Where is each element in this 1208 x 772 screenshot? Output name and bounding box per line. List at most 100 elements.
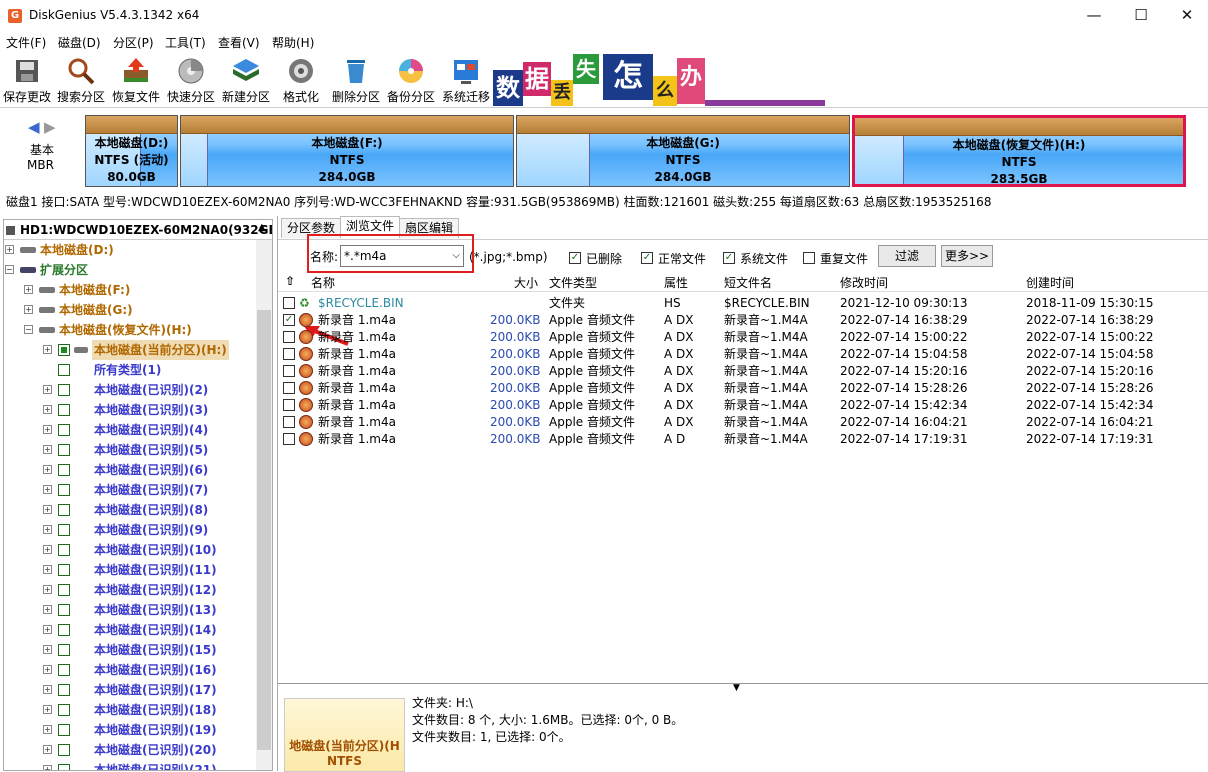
delete-partition-button[interactable]: 删除分区 (329, 52, 383, 106)
tree-checkbox[interactable] (58, 464, 70, 476)
partition-block-d[interactable]: 本地磁盘(D:) NTFS (活动) 80.0GB (85, 115, 178, 187)
col-type[interactable]: 文件类型 (549, 274, 597, 291)
file-checkbox[interactable] (283, 297, 295, 309)
tree-checkbox[interactable] (58, 624, 70, 636)
recover-files-button[interactable]: 恢复文件 (109, 52, 163, 106)
quick-partition-button[interactable]: 快速分区 (164, 52, 218, 106)
expand-icon[interactable]: + (43, 645, 52, 654)
expand-icon[interactable]: + (43, 585, 52, 594)
tree-item-h-current[interactable]: + 本地磁盘(当前分区)(H:) (4, 340, 229, 360)
filter-button[interactable]: 过滤 (878, 245, 936, 267)
file-checkbox[interactable] (283, 331, 295, 343)
file-checkbox[interactable]: ✓ (283, 314, 295, 326)
deleted-checkbox[interactable]: ✓ (569, 252, 581, 264)
close-button[interactable]: ✕ (1164, 0, 1208, 31)
col-mtime[interactable]: 修改时间 (840, 274, 888, 291)
more-button[interactable]: 更多>> (941, 245, 993, 267)
scroll-up-icon[interactable]: ▲ (258, 222, 266, 233)
tree-scroll-thumb[interactable] (257, 310, 271, 750)
tree-checkbox[interactable] (58, 544, 70, 556)
file-checkbox[interactable] (283, 433, 295, 445)
partition-block-h-selected[interactable]: 本地磁盘(恢复文件)(H:) NTFS 283.5GB (852, 115, 1186, 187)
expand-icon[interactable]: + (43, 745, 52, 754)
tree-checkbox[interactable] (58, 684, 70, 696)
expand-icon[interactable]: + (43, 625, 52, 634)
tree-checkbox[interactable] (58, 404, 70, 416)
tree-checkbox[interactable] (58, 584, 70, 596)
expand-icon[interactable]: + (43, 465, 52, 474)
expand-icon[interactable]: + (43, 505, 52, 514)
expand-icon[interactable]: + (43, 545, 52, 554)
expand-icon[interactable]: + (43, 725, 52, 734)
tree-checkbox[interactable] (58, 424, 70, 436)
menu-partition[interactable]: 分区(P) (113, 34, 154, 51)
file-row[interactable]: 新录音 1.m4a 200.0KB Apple 音频文件 A DX 新录音~1.M4A 2… (278, 346, 1208, 363)
expand-icon[interactable]: + (43, 705, 52, 714)
col-attr[interactable]: 属性 (664, 274, 688, 291)
system-migration-button[interactable]: 系统迁移 (439, 52, 493, 106)
tree-checkbox[interactable] (58, 724, 70, 736)
tree-checkbox[interactable] (58, 604, 70, 616)
partition-block-f[interactable]: 本地磁盘(F:) NTFS 284.0GB (180, 115, 514, 187)
name-filter-input[interactable]: *.*m4a ⌵ (340, 245, 464, 267)
file-row[interactable]: ♻ $RECYCLE.BIN 文件夹 HS $RECYCLE.BIN 2021-12-10… (278, 295, 1208, 312)
file-checkbox[interactable] (283, 382, 295, 394)
file-checkbox[interactable] (283, 399, 295, 411)
up-folder-icon[interactable]: ⇧ (285, 274, 295, 288)
tree-checkbox[interactable] (58, 504, 70, 516)
tree-disk-header[interactable]: HD1:WDCWD10EZEX-60M2NA0(932GB) (4, 220, 272, 240)
expand-icon[interactable]: + (43, 405, 52, 414)
tree-checkbox[interactable] (58, 704, 70, 716)
tree-checkbox[interactable] (58, 744, 70, 756)
tree-checkbox[interactable] (58, 384, 70, 396)
promo-banner[interactable]: 数 据 丢 失 怎 么 办 (493, 52, 996, 106)
menu-help[interactable]: 帮助(H) (272, 34, 314, 51)
expand-icon[interactable]: + (43, 445, 52, 454)
col-name[interactable]: 名称 (311, 274, 335, 291)
file-checkbox[interactable] (283, 348, 295, 360)
splitter-arrow-icon[interactable]: ▼ (733, 683, 740, 693)
file-row[interactable]: 新录音 1.m4a 200.0KB Apple 音频文件 A DX 新录音~1.M4A 2… (278, 414, 1208, 431)
file-checkbox[interactable] (283, 365, 295, 377)
system-files-checkbox[interactable]: ✓ (723, 252, 735, 264)
tree-checkbox[interactable] (58, 664, 70, 676)
menu-view[interactable]: 查看(V) (218, 34, 260, 51)
tree-checkbox[interactable] (58, 764, 70, 770)
file-row[interactable]: 新录音 1.m4a 200.0KB Apple 音频文件 A D 新录音~1.M4A 20… (278, 431, 1208, 448)
col-size[interactable]: 大小 (514, 274, 538, 291)
col-shortname[interactable]: 短文件名 (724, 274, 772, 291)
file-row[interactable]: 新录音 1.m4a 200.0KB Apple 音频文件 A DX 新录音~1.M4A 2… (278, 397, 1208, 414)
normal-files-checkbox[interactable]: ✓ (641, 252, 653, 264)
expand-icon[interactable]: + (43, 565, 52, 574)
menu-disk[interactable]: 磁盘(D) (58, 34, 101, 51)
format-button[interactable]: 格式化 (274, 52, 328, 106)
file-row[interactable]: 新录音 1.m4a 200.0KB Apple 音频文件 A DX 新录音~1.M4A 2… (278, 329, 1208, 346)
file-checkbox[interactable] (283, 416, 295, 428)
expand-icon[interactable]: + (43, 605, 52, 614)
expand-icon[interactable]: + (43, 425, 52, 434)
file-row[interactable]: 新录音 1.m4a 200.0KB Apple 音频文件 A DX 新录音~1.M4A 2… (278, 363, 1208, 380)
col-ctime[interactable]: 创建时间 (1026, 274, 1074, 291)
expand-icon[interactable]: + (43, 485, 52, 494)
file-row[interactable]: ✓ 新录音 1.m4a 200.0KB Apple 音频文件 A DX 新录音~1.M4A… (278, 312, 1208, 329)
expand-icon[interactable]: + (43, 665, 52, 674)
minimize-button[interactable]: — (1071, 0, 1117, 31)
partition-block-g[interactable]: 本地磁盘(G:) NTFS 284.0GB (516, 115, 850, 187)
maximize-button[interactable]: ☐ (1118, 0, 1164, 31)
new-partition-button[interactable]: 新建分区 (219, 52, 273, 106)
expand-icon[interactable]: + (43, 385, 52, 394)
next-disk-icon[interactable]: ▶ (44, 118, 56, 136)
file-row[interactable]: 新录音 1.m4a 200.0KB Apple 音频文件 A DX 新录音~1.M4A 2… (278, 380, 1208, 397)
prev-disk-icon[interactable]: ◀ (28, 118, 40, 136)
menu-file[interactable]: 文件(F) (6, 34, 46, 51)
search-partition-button[interactable]: 搜索分区 (54, 52, 108, 106)
tree-checkbox[interactable] (58, 564, 70, 576)
tree-checkbox[interactable] (58, 484, 70, 496)
backup-partition-button[interactable]: 备份分区 (384, 52, 438, 106)
tree-checkbox[interactable] (58, 644, 70, 656)
expand-icon[interactable]: + (43, 685, 52, 694)
tree-checkbox[interactable] (58, 524, 70, 536)
duplicate-files-checkbox[interactable] (803, 252, 815, 264)
save-changes-button[interactable]: 保存更改 (0, 52, 54, 106)
menu-tools[interactable]: 工具(T) (165, 34, 206, 51)
